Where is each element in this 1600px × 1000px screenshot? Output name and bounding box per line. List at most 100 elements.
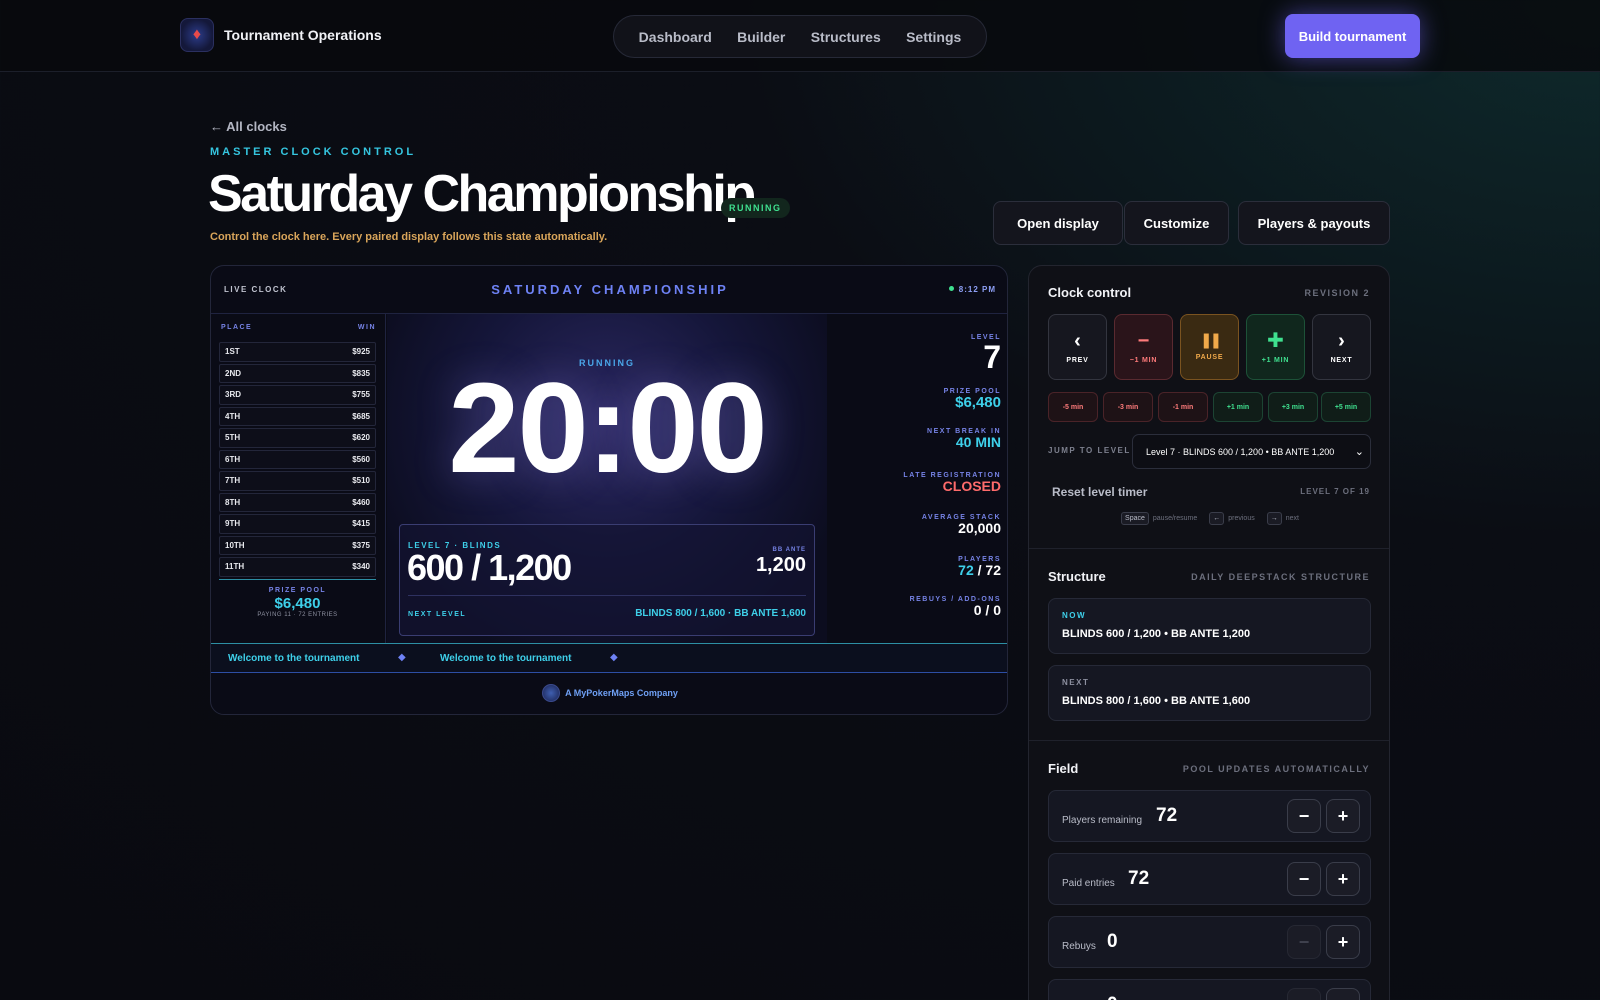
plus-5-min-button[interactable]: +5 min [1321,392,1371,422]
payout-table-header: PLACE WIN [221,324,376,331]
decrement-button[interactable]: − [1287,862,1321,896]
stat-prize-pool: PRIZE POOL $6,480 [944,388,1001,410]
stats-column: LEVEL 7 PRIZE POOL $6,480 NEXT BREAK IN … [835,314,1007,644]
preview-prize-pool: PRIZE POOL $6,480 PAYING 11 · 72 ENTRIES [219,579,376,618]
minus-one-minute-button[interactable]: − −1 MIN [1114,314,1173,380]
open-display-button[interactable]: Open display [993,201,1123,245]
payout-row: 4TH $685 [219,406,376,426]
now-label: NOW [1062,611,1087,620]
field-title: Field [1048,761,1079,776]
paid-entries-row: Paid entries 72 − + [1048,853,1371,905]
payout-amount: $685 [352,411,370,421]
reset-level-timer-button[interactable]: Reset level timer [1052,485,1147,499]
payout-place: 8TH [225,497,241,507]
minus-1-min-button[interactable]: -1 min [1158,392,1208,422]
next-level-value: BLINDS 800 / 1,600 · BB ANTE 1,600 [635,608,806,619]
nav-link-settings[interactable]: Settings [906,29,961,45]
payout-row: 9TH $415 [219,514,376,534]
payout-place: 11TH [225,562,245,572]
brand[interactable]: ♦ Tournament Operations [180,18,382,52]
top-nav: ♦ Tournament Operations Dashboard Builde… [0,0,1600,72]
payout-table: PLACE WIN 1ST $925 2ND $835 3RD $755 4TH $685 5T… [211,314,386,644]
ticker-message: Welcome to the tournament [228,653,360,664]
plus-icon: ✚ [1267,329,1284,352]
payout-amount: $560 [352,454,370,464]
prev-label: PREV [1066,356,1089,364]
plus-one-minute-button[interactable]: ✚ +1 MIN [1246,314,1305,380]
brand-name: Tournament Operations [224,27,382,43]
current-level-box: LEVEL 7 · BLINDS 600 / 1,200 BB ANTE 1,2… [399,524,815,636]
stat-late-registration: LATE REGISTRATION CLOSED [903,472,1001,493]
preview-footer: A MyPokerMaps Company [211,684,1007,702]
increment-button[interactable]: + [1326,862,1360,896]
next-level-button[interactable]: › NEXT [1312,314,1371,380]
stat-players: PLAYERS 72 / 72 [958,556,1001,577]
structure-name: DAILY DEEPSTACK STRUCTURE [1191,572,1370,582]
footer-text: A MyPokerMaps Company [565,688,678,698]
countdown-clock: 20:00 [448,357,767,500]
nav-links: Dashboard Builder Structures Settings [613,15,987,58]
preview-header: LIVE CLOCK SATURDAY CHAMPIONSHIP 8:12 PM [211,266,1007,314]
players-remaining-value: 72 [1156,805,1178,826]
rebuys-label: Rebuys [1062,941,1096,952]
players-remaining-label: Players remaining [1062,815,1143,826]
stat-rebuys: REBUYS / ADD-ONS 0 / 0 [910,596,1001,617]
payout-row: 5TH $620 [219,428,376,448]
payout-amount: $620 [352,433,370,443]
stat-players-left: 72 [958,562,974,578]
chevron-down-icon: ⌄ [1351,445,1364,458]
nav-link-dashboard[interactable]: Dashboard [639,29,712,45]
players-payouts-button[interactable]: Players & payouts [1238,201,1390,245]
stat-break-value: 40 MIN [955,434,1001,450]
page-eyebrow: MASTER CLOCK CONTROL [210,146,417,158]
minus-icon: − [1137,329,1150,352]
chevron-right-icon: › [1338,329,1345,352]
minus-3-min-button[interactable]: -3 min [1103,392,1153,422]
trophy-logo-icon: ♦ [180,18,214,52]
structure-title: Structure [1048,569,1106,584]
paid-entries-label: Paid entries [1062,878,1115,889]
increment-button[interactable]: + [1326,925,1360,959]
pause-button[interactable]: ❚❚ PAUSE [1180,314,1239,380]
next-value: BLINDS 800 / 1,600 • BB ANTE 1,600 [1062,695,1251,707]
nav-link-structures[interactable]: Structures [811,29,881,45]
stat-rebuys-value: 0 / 0 [973,602,1001,618]
payout-place: 6TH [225,454,241,464]
increment-button[interactable]: + [1326,988,1360,1000]
back-to-all-clocks-link[interactable]: ← All clocks [210,119,287,134]
plus-3-min-button[interactable]: +3 min [1268,392,1318,422]
decrement-button[interactable]: − [1287,799,1321,833]
diamond-icon: ◆ [610,652,618,663]
customize-button[interactable]: Customize [1124,201,1229,245]
stat-level-value: 7 [983,339,1001,375]
decrement-button[interactable]: − [1287,988,1321,1000]
decrement-button[interactable]: − [1287,925,1321,959]
payout-amount: $415 [352,519,370,529]
add-ons-value: 0 [1107,994,1118,1000]
payout-amount: $925 [352,347,370,357]
ticker-message: Welcome to the tournament [440,653,572,664]
stat-players-total: / 72 [977,562,1001,578]
payout-place: 10TH [225,540,245,550]
clock-center: RUNNING 20:00 LEVEL 7 · BLINDS 600 / 1,2… [387,314,827,644]
payout-rows: 1ST $925 2ND $835 3RD $755 4TH $685 5TH $620 6TH $5… [219,342,376,579]
shortcut-key: ← [1209,512,1225,525]
stat-level: LEVEL 7 [971,334,1001,373]
payout-amount: $340 [352,562,370,572]
payout-amount: $510 [352,476,370,486]
build-tournament-button[interactable]: Build tournament [1285,14,1420,58]
clock-preview: LIVE CLOCK SATURDAY CHAMPIONSHIP 8:12 PM… [210,265,1008,715]
payout-place: 9TH [225,519,241,529]
level-progress-label: LEVEL 7 OF 19 [1300,487,1370,496]
increment-button[interactable]: + [1326,799,1360,833]
shortcut-key: → [1266,512,1282,525]
stat-average-stack: AVERAGE STACK 20,000 [922,514,1001,535]
nav-link-builder[interactable]: Builder [737,29,785,45]
pause-icon: ❚❚ [1199,332,1222,349]
rebuys-value: 0 [1107,931,1118,952]
structure-now-card: NOW BLINDS 600 / 1,200 • BB ANTE 1,200 [1048,598,1371,654]
prev-level-button[interactable]: ‹ PREV [1048,314,1107,380]
plus-1-min-button[interactable]: +1 min [1213,392,1263,422]
minus-5-min-button[interactable]: -5 min [1048,392,1098,422]
jump-to-level-select[interactable]: Level 7 · BLINDS 600 / 1,200 • BB ANTE 1… [1132,434,1371,469]
